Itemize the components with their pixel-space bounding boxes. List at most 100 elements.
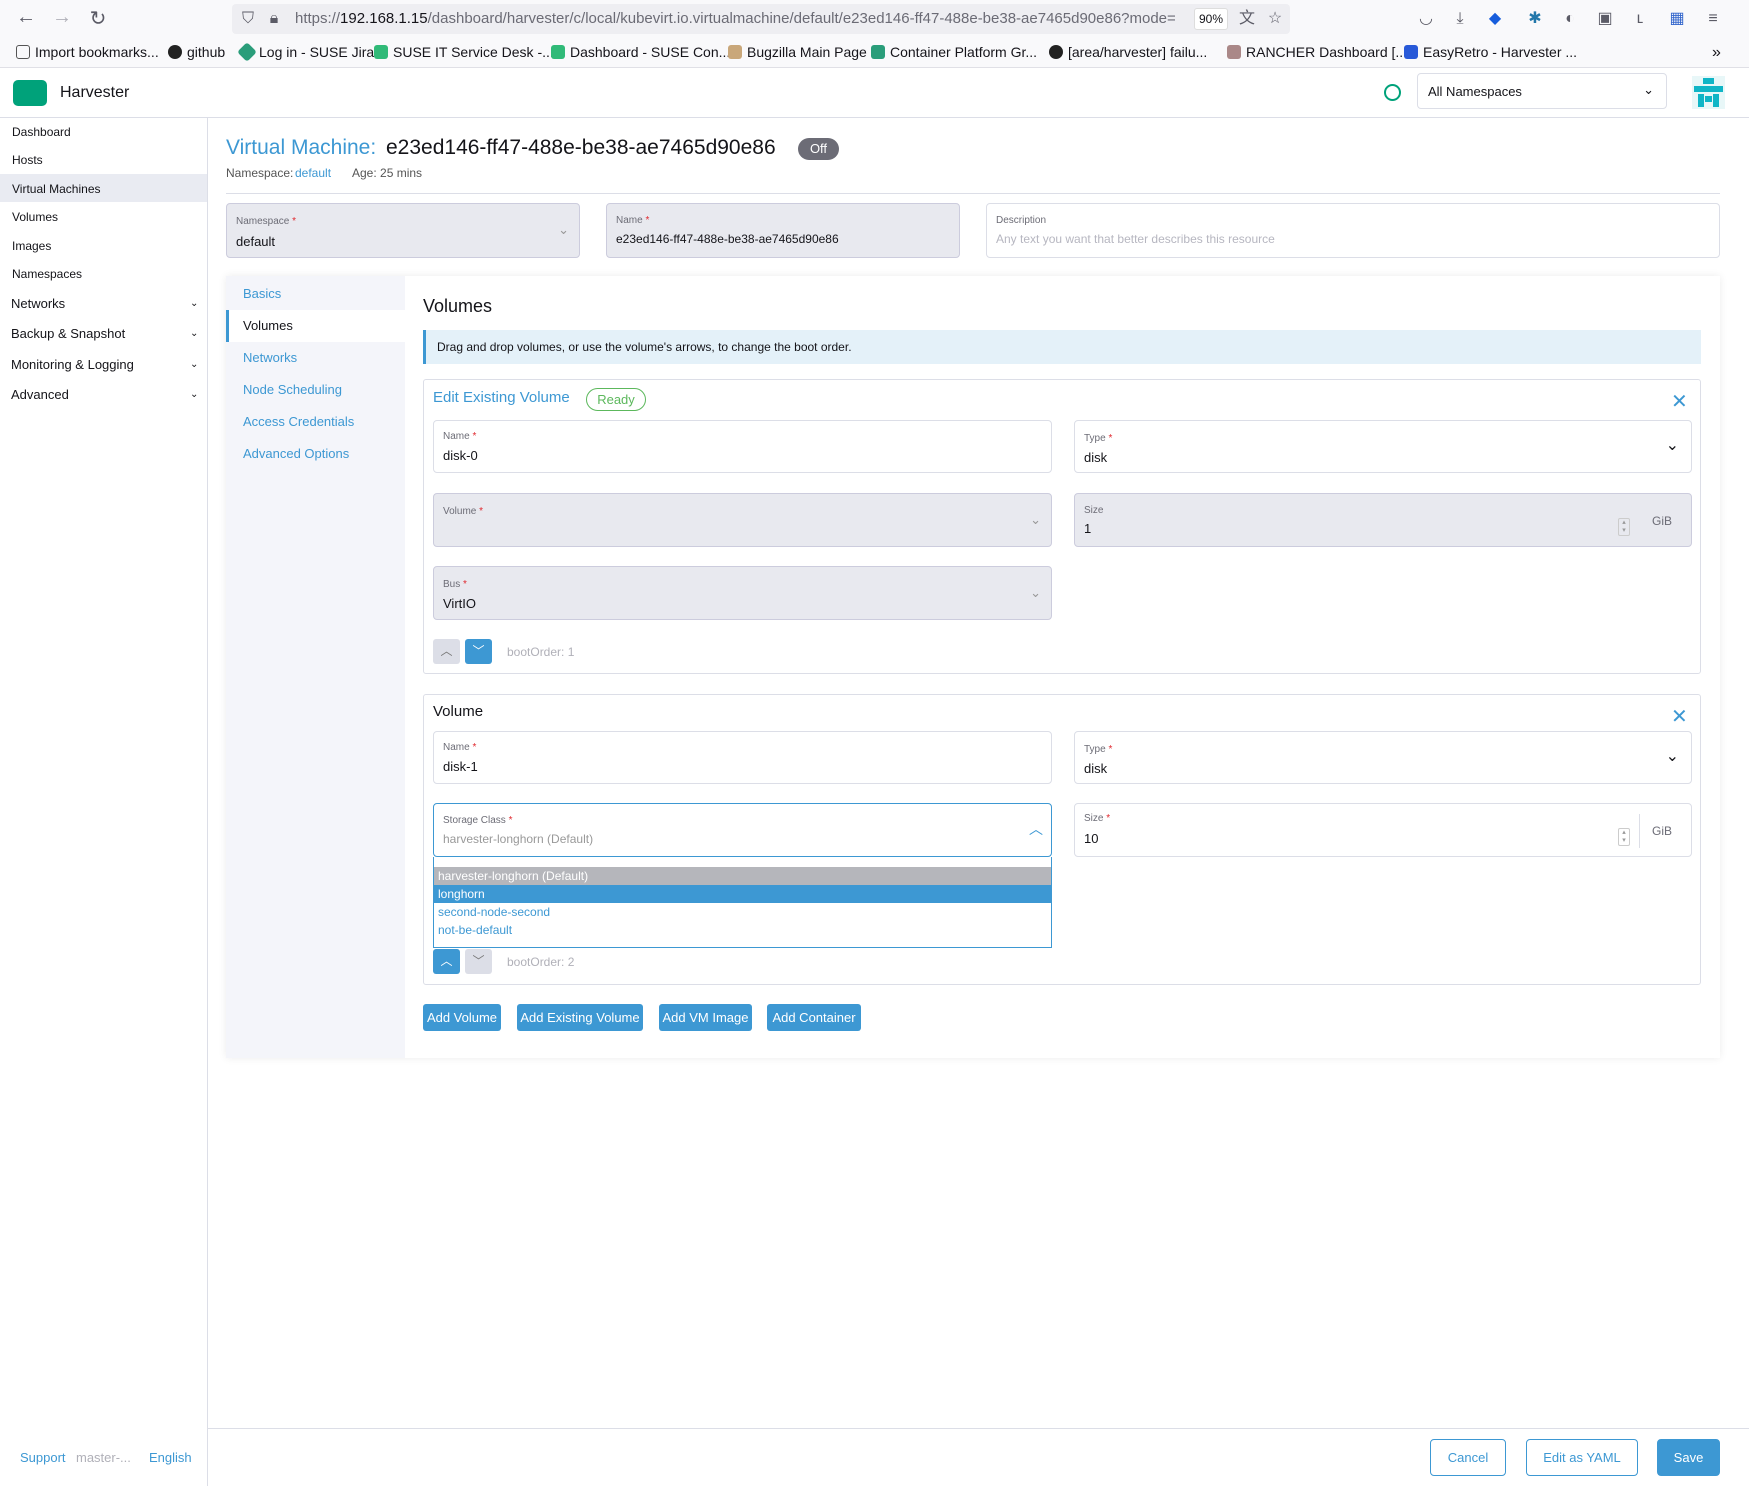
save-button[interactable]: Save bbox=[1657, 1439, 1720, 1476]
bus-select[interactable]: Bus * VirtIO ⌄ bbox=[433, 566, 1052, 620]
translate-icon[interactable]: ▦ bbox=[1667, 9, 1687, 29]
reload-icon[interactable]: ↻ bbox=[82, 6, 114, 31]
move-up-button[interactable]: ︿ bbox=[433, 949, 460, 974]
bookmark-item[interactable]: Bugzilla Main Page bbox=[728, 44, 867, 60]
bus-value: VirtIO bbox=[443, 596, 476, 611]
description-field[interactable]: Description Any text you want that bette… bbox=[986, 203, 1720, 258]
add-existing-volume-button[interactable]: Add Existing Volume bbox=[517, 1004, 643, 1031]
add-vm-image-button[interactable]: Add VM Image bbox=[659, 1004, 752, 1031]
bookmark-item[interactable]: Log in - SUSE Jira bbox=[237, 42, 374, 62]
shield-icon[interactable]: ⛉ bbox=[238, 9, 258, 29]
bookmark-item[interactable]: Dashboard - SUSE Con... bbox=[551, 44, 730, 60]
user-avatar[interactable] bbox=[1692, 76, 1725, 109]
edit-yaml-button[interactable]: Edit as YAML bbox=[1526, 1439, 1638, 1476]
add-container-button[interactable]: Add Container bbox=[767, 1004, 861, 1031]
volume-type-select[interactable]: Type * disk ⌄ bbox=[1074, 731, 1692, 784]
dropdown-option[interactable]: longhorn bbox=[434, 885, 1051, 903]
dropdown-option[interactable]: second-node-second bbox=[434, 903, 1051, 921]
bookmark-item[interactable]: SUSE IT Service Desk -... bbox=[374, 44, 554, 60]
bookmark-item[interactable]: EasyRetro - Harvester ... bbox=[1404, 44, 1577, 60]
volume-size-field[interactable]: Size 1 ▴ ▾ GiB bbox=[1074, 493, 1692, 547]
size-unit: GiB bbox=[1652, 514, 1673, 528]
close-icon[interactable]: ✕ bbox=[1671, 704, 1688, 729]
extension-icon[interactable]: ✱ bbox=[1525, 9, 1545, 29]
extension-icon[interactable]: ʟ bbox=[1630, 9, 1650, 29]
sidebar-item-hosts[interactable]: Hosts bbox=[12, 153, 43, 167]
extension-icon[interactable]: ▣ bbox=[1595, 9, 1615, 29]
dropdown-option[interactable]: harvester-longhorn (Default) bbox=[434, 867, 1051, 885]
sidebar-group-monitoring[interactable]: Monitoring & Logging bbox=[11, 357, 134, 372]
chevron-down-icon[interactable]: ⌄ bbox=[190, 389, 198, 400]
sidebar-item-virtual-machines[interactable]: Virtual Machines bbox=[12, 182, 101, 196]
volume-name-field[interactable]: Name * disk-1 bbox=[433, 731, 1052, 784]
tab-basics[interactable]: Basics bbox=[243, 286, 281, 301]
add-volume-button[interactable]: Add Volume bbox=[423, 1004, 501, 1031]
sidebar-item-volumes[interactable]: Volumes bbox=[12, 210, 58, 224]
star-icon[interactable]: ☆ bbox=[1265, 9, 1285, 29]
back-icon[interactable]: ← bbox=[10, 6, 42, 29]
volume-name-field[interactable]: Name * disk-0 bbox=[433, 420, 1052, 473]
sidebar-item-namespaces[interactable]: Namespaces bbox=[12, 267, 82, 281]
brand-name: Harvester bbox=[60, 84, 130, 101]
namespace-link[interactable]: default bbox=[295, 166, 331, 180]
translate-icon[interactable]: 文 bbox=[1237, 9, 1257, 29]
close-icon[interactable]: ✕ bbox=[1671, 389, 1688, 414]
menu-icon[interactable]: ≡ bbox=[1703, 9, 1723, 29]
name-field[interactable]: Name * e23ed146-ff47-488e-be38-ae7465d90… bbox=[606, 203, 960, 258]
sidebar-group-backup[interactable]: Backup & Snapshot bbox=[11, 326, 125, 341]
description-placeholder: Any text you want that better describes … bbox=[996, 232, 1275, 246]
info-text: Drag and drop volumes, or use the volume… bbox=[437, 340, 852, 354]
language-select[interactable]: English bbox=[149, 1450, 192, 1465]
ready-badge: Ready bbox=[586, 388, 646, 411]
sidebar-item-images[interactable]: Images bbox=[12, 239, 51, 253]
chevron-down-icon[interactable]: ⌄ bbox=[190, 328, 198, 339]
size-stepper[interactable]: ▴ ▾ bbox=[1618, 518, 1630, 536]
harvester-logo-icon[interactable] bbox=[13, 80, 47, 106]
cancel-button[interactable]: Cancel bbox=[1430, 1439, 1506, 1476]
tab-networks[interactable]: Networks bbox=[243, 350, 297, 365]
pocket-icon[interactable]: ◡ bbox=[1416, 9, 1436, 29]
volume-size-field[interactable]: Size * 10 ▴ ▾ GiB bbox=[1074, 803, 1692, 857]
chevron-down-icon[interactable]: ⌄ bbox=[190, 359, 198, 370]
sidebar-group-advanced[interactable]: Advanced bbox=[11, 387, 69, 402]
connection-status-icon bbox=[1384, 84, 1401, 101]
bookmark-item[interactable]: Import bookmarks... bbox=[16, 44, 159, 60]
move-down-button[interactable]: ﹀ bbox=[465, 639, 492, 664]
namespace-select[interactable]: Namespace * default ⌄ bbox=[226, 203, 580, 258]
sidebar-item-dashboard[interactable]: Dashboard bbox=[12, 125, 71, 139]
bookmark-item[interactable]: Container Platform Gr... bbox=[871, 44, 1037, 60]
volume-select[interactable]: Volume * ⌄ bbox=[433, 493, 1052, 547]
forward-icon[interactable]: → bbox=[46, 6, 78, 29]
dropdown-option[interactable]: not-be-default bbox=[434, 921, 1051, 939]
tab-node-scheduling[interactable]: Node Scheduling bbox=[243, 382, 342, 397]
bookmark-item[interactable]: github bbox=[168, 44, 225, 60]
volume-type-select[interactable]: Type * disk ⌄ bbox=[1074, 420, 1692, 473]
more-bookmarks-icon[interactable]: » bbox=[1712, 44, 1721, 62]
download-icon[interactable]: ⤓ bbox=[1450, 9, 1470, 29]
sidebar-group-networks[interactable]: Networks bbox=[11, 296, 65, 311]
storage-class-select[interactable]: Storage Class * harvester-longhorn (Defa… bbox=[433, 803, 1052, 857]
bitwarden-icon[interactable]: ◆ bbox=[1485, 9, 1505, 29]
bookmark-item[interactable]: RANCHER Dashboard [... bbox=[1227, 44, 1407, 60]
extension-icon[interactable]: ◐ bbox=[1560, 9, 1580, 29]
tab-volumes[interactable]: Volumes bbox=[243, 318, 293, 333]
size-stepper[interactable]: ▴ ▾ bbox=[1618, 828, 1630, 846]
tab-advanced-options[interactable]: Advanced Options bbox=[243, 446, 349, 461]
move-up-button[interactable]: ︿ bbox=[433, 639, 460, 664]
divider bbox=[1639, 814, 1640, 848]
bookmark-item[interactable]: [area/harvester] failu... bbox=[1049, 44, 1207, 60]
move-down-button[interactable]: ﹀ bbox=[465, 949, 492, 974]
sidebar bbox=[0, 118, 208, 1486]
support-link[interactable]: Support bbox=[20, 1450, 66, 1465]
namespace-filter-select[interactable]: All Namespaces ⌄ bbox=[1417, 73, 1667, 109]
tab-access-credentials[interactable]: Access Credentials bbox=[243, 414, 354, 429]
namespace-label: Namespace: bbox=[226, 166, 294, 180]
divider bbox=[226, 193, 1720, 194]
chevron-down-icon[interactable]: ⌄ bbox=[190, 298, 198, 309]
zoom-level[interactable]: 90% bbox=[1194, 8, 1228, 30]
description-label: Description bbox=[996, 215, 1047, 226]
chevron-down-icon: ⌄ bbox=[1030, 585, 1041, 600]
chevron-down-icon: ⌄ bbox=[1643, 82, 1654, 97]
lock-icon[interactable]: 🔒︎ bbox=[264, 9, 284, 29]
url-text[interactable]: https://192.168.1.15/dashboard/harvester… bbox=[295, 10, 1175, 27]
